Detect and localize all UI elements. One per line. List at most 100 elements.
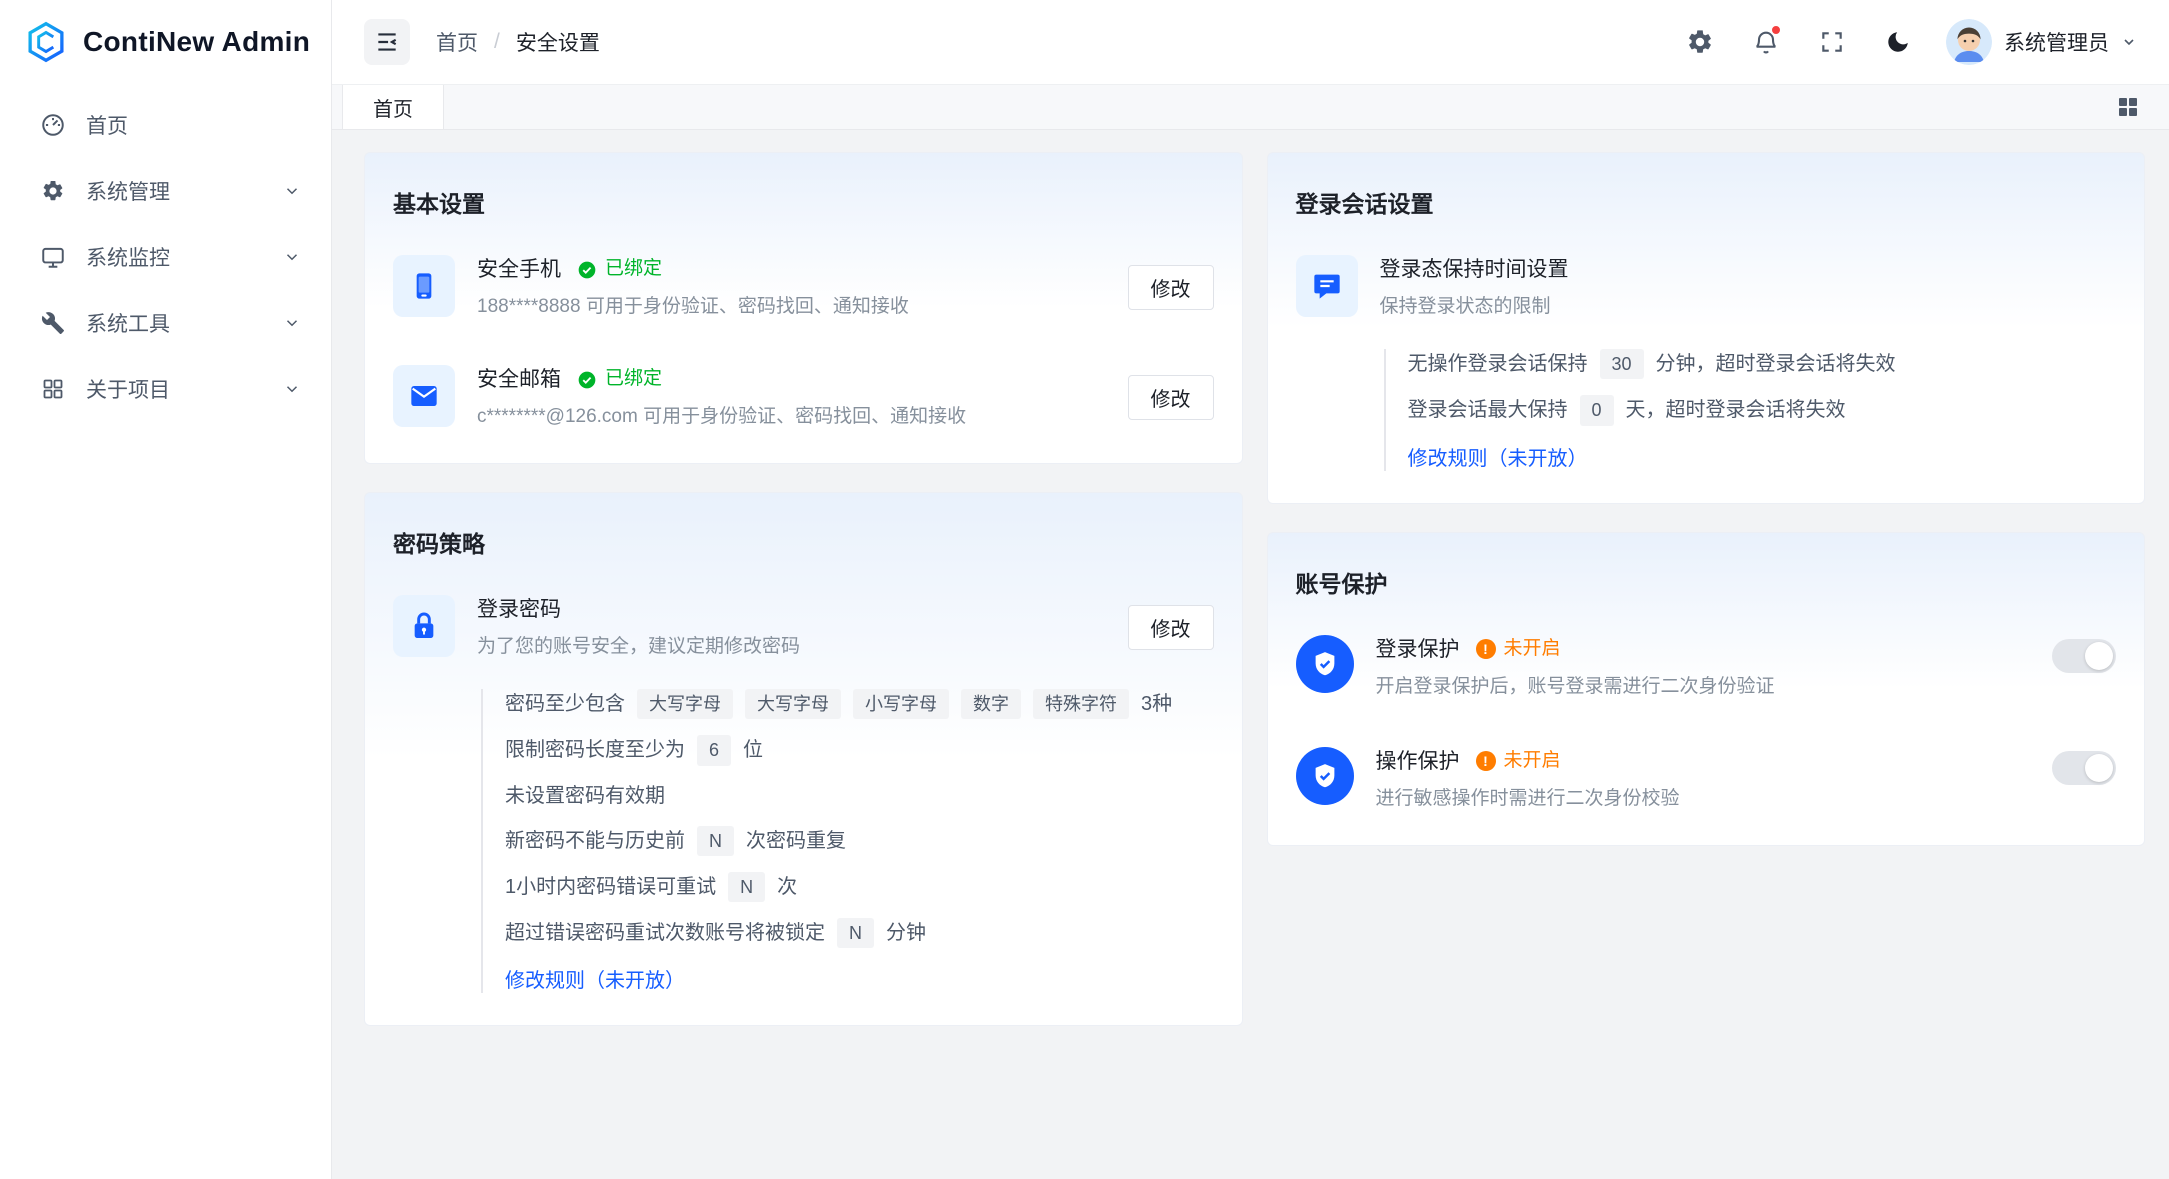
- modify-email-button[interactable]: 修改: [1128, 375, 1214, 420]
- sidebar-item-label: 系统工具: [86, 308, 170, 338]
- item-description: 保持登录状态的限制: [1380, 294, 2117, 321]
- gear-icon: [40, 178, 66, 204]
- sidebar-item-system-management[interactable]: 系统管理: [0, 158, 331, 224]
- badge-label: 已绑定: [605, 256, 662, 283]
- sidebar-nav: 首页 系统管理 系统监控 系统工具: [0, 84, 331, 430]
- rule-text: 密码至少包含: [505, 690, 625, 718]
- breadcrumb: 首页 / 安全设置: [436, 27, 600, 57]
- moon-icon: [1885, 29, 1911, 55]
- sidebar: ContiNew Admin 首页 系统管理 系统监控: [0, 0, 332, 1179]
- item-title: 操作保护: [1376, 747, 1460, 776]
- rule-value-tag: N: [837, 918, 874, 948]
- card-title: 账号保护: [1296, 565, 2117, 599]
- phone-icon: [393, 255, 455, 317]
- lock-icon: [393, 595, 455, 657]
- modify-password-button[interactable]: 修改: [1128, 605, 1214, 650]
- row-body: 登录密码 为了您的账号安全，建议定期修改密码: [477, 595, 1106, 661]
- modify-phone-button[interactable]: 修改: [1128, 265, 1214, 310]
- modify-session-rules-link[interactable]: 修改规则（未开放）: [1408, 442, 2117, 471]
- rule-value-tag: N: [728, 872, 765, 902]
- rule-text: 位: [743, 736, 763, 764]
- password-rule-length: 限制密码长度至少为 6 位: [505, 735, 1214, 765]
- logo[interactable]: ContiNew Admin: [0, 0, 331, 84]
- shield-check-icon: [1296, 747, 1354, 805]
- app-window: ContiNew Admin 首页 系统管理 系统监控: [0, 0, 2169, 1179]
- main-area: 首页 / 安全设置: [332, 0, 2169, 1179]
- account-protection-card: 账号保护 登录保护 ! 未开启: [1267, 532, 2146, 846]
- page-content: 基本设置 安全手机: [332, 130, 2169, 1179]
- row-body: 安全邮箱 已绑定 c********@126.com 可用于身份验证、密码找回、…: [477, 365, 1106, 431]
- breadcrumb-home[interactable]: 首页: [436, 27, 478, 57]
- shield-check-icon: [1296, 635, 1354, 693]
- password-policy-card: 密码策略 登录密码 为了您的账号安全，建议定期修改密码 修改: [364, 492, 1243, 1026]
- user-menu[interactable]: 系统管理员: [1946, 19, 2137, 65]
- user-name: 系统管理员: [2004, 27, 2109, 57]
- settings-button[interactable]: [1682, 24, 1718, 60]
- sidebar-item-label: 系统管理: [86, 176, 170, 206]
- fullscreen-button[interactable]: [1814, 24, 1850, 60]
- rule-tag: 大写字母: [637, 689, 733, 719]
- chevron-down-icon: [283, 314, 301, 332]
- header-left: 首页 / 安全设置: [364, 19, 600, 65]
- sidebar-item-about-project[interactable]: 关于项目: [0, 356, 331, 422]
- rule-text: 天，超时登录会话将失效: [1626, 396, 1846, 424]
- row-body: 登录保护 ! 未开启 开启登录保护后，账号登录需进行二次身份验证: [1376, 635, 2031, 701]
- row-title: 安全手机 已绑定: [477, 255, 1106, 284]
- not-enabled-badge: ! 未开启: [1476, 748, 1561, 775]
- row-body: 安全手机 已绑定 188****8888 可用于身份验证、密码找回、通知接收: [477, 255, 1106, 321]
- check-circle-icon: [577, 370, 597, 390]
- login-session-card: 登录会话设置 登录态保持时间设置 保持登录状态的限制: [1267, 152, 2146, 504]
- item-title: 登录保护: [1376, 635, 1460, 664]
- login-password-row: 登录密码 为了您的账号安全，建议定期修改密码 修改: [393, 595, 1214, 661]
- top-header: 首页 / 安全设置: [332, 0, 2169, 84]
- chat-icon: [1296, 255, 1358, 317]
- item-description: 为了您的账号安全，建议定期修改密码: [477, 634, 1106, 661]
- row-title: 登录密码: [477, 595, 1106, 624]
- rule-value-tag: 6: [697, 735, 731, 765]
- tab-actions-button[interactable]: [2113, 92, 2143, 122]
- chevron-down-icon: [2121, 34, 2137, 50]
- rule-text: 次密码重复: [746, 827, 846, 855]
- operation-protection-toggle[interactable]: [2052, 751, 2116, 785]
- card-title: 密码策略: [393, 525, 1214, 559]
- security-phone-row: 安全手机 已绑定 188****8888 可用于身份验证、密码找回、通知接收: [393, 255, 1214, 321]
- apps-grid-icon: [2116, 95, 2140, 119]
- warning-circle-icon: !: [1476, 751, 1496, 771]
- row-title: 操作保护 ! 未开启: [1376, 747, 2031, 776]
- app-logo-icon: [24, 20, 68, 64]
- login-protection-toggle[interactable]: [2052, 639, 2116, 673]
- sidebar-collapse-button[interactable]: [364, 19, 410, 65]
- header-right: 系统管理员: [1682, 19, 2137, 65]
- tab-bar: 首页: [332, 84, 2169, 130]
- rule-tag: 大写字母: [745, 689, 841, 719]
- sidebar-item-home[interactable]: 首页: [0, 92, 331, 158]
- chevron-down-icon: [283, 380, 301, 398]
- basic-settings-card: 基本设置 安全手机: [364, 152, 1243, 464]
- rule-text: 次: [777, 873, 797, 901]
- wrench-icon: [40, 310, 66, 336]
- sidebar-item-system-tools[interactable]: 系统工具: [0, 290, 331, 356]
- sidebar-item-label: 关于项目: [86, 374, 170, 404]
- operation-protection-row: 操作保护 ! 未开启 进行敏感操作时需进行二次身份校验: [1296, 747, 2117, 813]
- grid-icon: [40, 376, 66, 402]
- item-title: 登录态保持时间设置: [1380, 255, 1569, 284]
- row-body: 登录态保持时间设置 保持登录状态的限制: [1380, 255, 2117, 321]
- rule-text: 限制密码长度至少为: [505, 736, 685, 764]
- breadcrumb-separator: /: [494, 30, 500, 54]
- modify-password-rules-link[interactable]: 修改规则（未开放）: [505, 964, 1214, 993]
- sidebar-item-system-monitor[interactable]: 系统监控: [0, 224, 331, 290]
- rule-text: 超过错误密码重试次数账号将被锁定: [505, 919, 825, 947]
- password-rule-lock: 超过错误密码重试次数账号将被锁定 N 分钟: [505, 918, 1214, 948]
- item-title: 安全邮箱: [477, 365, 561, 394]
- bound-badge: 已绑定: [577, 366, 662, 393]
- password-rule-expiry: 未设置密码有效期: [505, 782, 1214, 810]
- dark-mode-button[interactable]: [1880, 24, 1916, 60]
- tab-home[interactable]: 首页: [342, 85, 444, 129]
- chevron-down-icon: [283, 248, 301, 266]
- badge-label: 未开启: [1504, 636, 1561, 663]
- row-title: 登录态保持时间设置: [1380, 255, 2117, 284]
- rule-tag: 数字: [961, 689, 1021, 719]
- rule-text: 无操作登录会话保持: [1408, 350, 1588, 378]
- notifications-button[interactable]: [1748, 24, 1784, 60]
- left-column: 基本设置 安全手机: [364, 152, 1243, 1026]
